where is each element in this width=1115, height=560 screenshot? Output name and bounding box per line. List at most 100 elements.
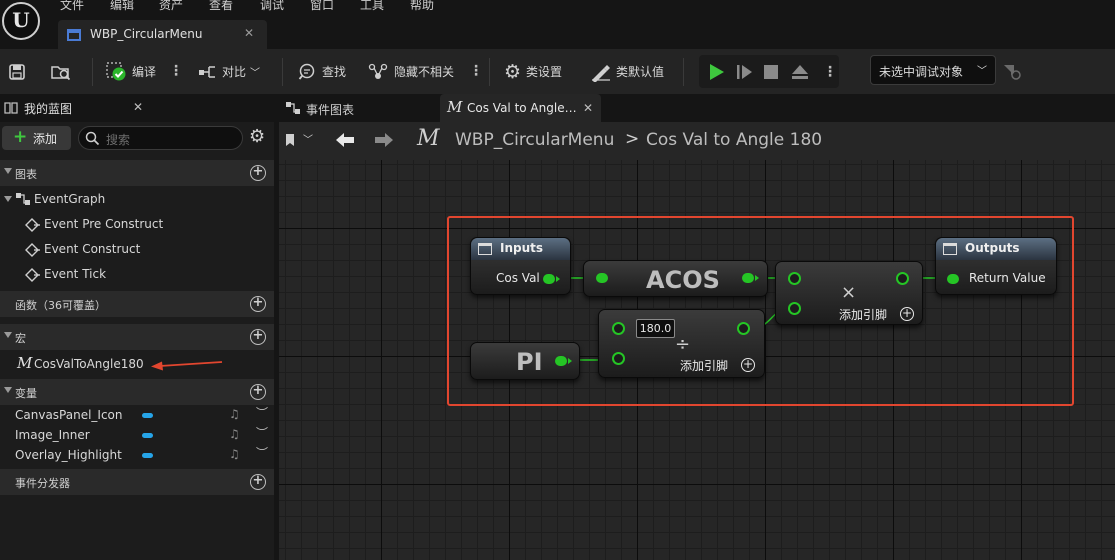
- tab-event-graph[interactable]: 事件图表: [282, 94, 432, 122]
- annotation-arrow: [151, 361, 223, 371]
- graph-canvas[interactable]: Inputs Cos Val ACOS × 添加引脚 + Outputs Ret…: [279, 160, 1115, 560]
- float-pin[interactable]: [612, 322, 625, 335]
- compile-button[interactable]: 编译: [106, 49, 156, 94]
- bell-icon[interactable]: ♫: [229, 427, 240, 441]
- pi-node[interactable]: PI: [470, 342, 580, 380]
- add-variable-icon[interactable]: +: [250, 384, 266, 400]
- menu-view[interactable]: 查看: [209, 0, 233, 13]
- breadcrumb-root[interactable]: WBP_CircularMenu: [455, 130, 614, 150]
- multiply-node[interactable]: × 添加引脚 +: [775, 261, 923, 325]
- my-blueprint-header: 我的蓝图 ✕: [0, 94, 274, 122]
- menu-edit[interactable]: 编辑: [110, 0, 134, 13]
- add-button[interactable]: + 添加: [2, 126, 71, 150]
- float-pin[interactable]: [737, 322, 750, 335]
- section-variables[interactable]: 变量 +: [0, 379, 274, 405]
- add-graph-icon[interactable]: +: [250, 165, 266, 181]
- section-graphs[interactable]: 图表 +: [0, 160, 274, 186]
- float-pin[interactable]: [788, 302, 801, 315]
- event-item[interactable]: Event Tick: [0, 267, 274, 283]
- step-icon[interactable]: [735, 63, 755, 81]
- debug-target-dropdown[interactable]: 未选中调试对象 ﹀: [870, 55, 996, 85]
- menu-debug[interactable]: 调试: [260, 0, 284, 13]
- play-icon[interactable]: [707, 62, 727, 82]
- close-icon[interactable]: ✕: [244, 26, 254, 40]
- inputs-node[interactable]: Inputs Cos Val: [470, 237, 571, 295]
- browse-button[interactable]: [50, 49, 72, 94]
- close-icon[interactable]: ✕: [583, 101, 593, 115]
- toolbar-separator: [92, 58, 93, 86]
- menu-help[interactable]: 帮助: [410, 0, 434, 13]
- float-pin[interactable]: [788, 272, 801, 285]
- find-button[interactable]: 查找: [298, 49, 346, 94]
- event-item[interactable]: Event Construct: [0, 242, 274, 258]
- float-pin[interactable]: [596, 273, 608, 283]
- float-pin[interactable]: [555, 356, 567, 366]
- gear-icon[interactable]: ⚙: [249, 126, 265, 147]
- play-controls: ⋮: [699, 55, 839, 88]
- float-pin[interactable]: [742, 273, 754, 283]
- stop-icon[interactable]: [763, 64, 779, 80]
- search-placeholder: 搜索: [106, 133, 131, 147]
- event-graph-item[interactable]: EventGraph: [0, 192, 274, 208]
- class-settings-label: 类设置: [526, 65, 563, 79]
- eye-closed-icon[interactable]: ︶: [256, 444, 268, 461]
- menu-asset[interactable]: 资产: [159, 0, 183, 13]
- section-dispatchers[interactable]: 事件分发器 +: [0, 469, 274, 495]
- divide-node[interactable]: 180.0 ÷ 添加引脚 +: [598, 309, 765, 378]
- play-options-icon[interactable]: ⋮: [823, 65, 837, 79]
- event-icon: [25, 243, 40, 257]
- forward-arrow-icon[interactable]: [373, 131, 395, 149]
- pin-label: Cos Val: [496, 271, 540, 285]
- add-pin-icon[interactable]: +: [741, 358, 755, 372]
- add-macro-icon[interactable]: +: [250, 329, 266, 345]
- browse-folder-icon: [51, 65, 71, 80]
- add-pin-label: 添加引脚: [680, 359, 729, 373]
- macro-item[interactable]: M CosValToAngle180: [0, 354, 274, 374]
- hide-unrelated-button[interactable]: 隐藏不相关: [368, 49, 454, 94]
- section-functions[interactable]: 函数（36可覆盖） +: [0, 291, 274, 317]
- back-arrow-icon[interactable]: [334, 131, 356, 149]
- bookmark-dropdown[interactable]: ﹀: [285, 131, 321, 151]
- save-button[interactable]: [8, 49, 26, 94]
- float-pin[interactable]: [543, 274, 555, 284]
- debug-filter-icon[interactable]: [1002, 63, 1022, 81]
- close-icon[interactable]: ✕: [133, 100, 143, 114]
- class-defaults-button[interactable]: 类默认值: [590, 49, 664, 94]
- add-pin-icon[interactable]: +: [900, 307, 914, 321]
- menu-window[interactable]: 窗口: [310, 0, 334, 13]
- eye-closed-icon[interactable]: ︶: [256, 404, 268, 421]
- float-pin[interactable]: [947, 274, 959, 284]
- eject-icon[interactable]: [790, 63, 810, 81]
- float-pin[interactable]: [612, 352, 625, 365]
- unreal-logo-icon[interactable]: U: [2, 2, 40, 40]
- variable-item[interactable]: Image_Inner ♫ ︶: [0, 426, 274, 444]
- tab-macro[interactable]: M Cos Val to Angle… ✕: [440, 94, 601, 122]
- event-item[interactable]: Event Pre Construct: [0, 217, 274, 233]
- class-settings-button[interactable]: ⚙ 类设置: [504, 49, 562, 94]
- chevron-down-icon: ﹀: [977, 66, 987, 77]
- add-function-icon[interactable]: +: [250, 296, 266, 312]
- menu-file[interactable]: 文件: [60, 0, 84, 13]
- compile-options-icon[interactable]: ⋮: [169, 64, 183, 78]
- outputs-node[interactable]: Outputs Return Value: [935, 237, 1057, 295]
- diff-icon: [199, 65, 215, 78]
- section-macros[interactable]: 宏 +: [0, 324, 274, 350]
- menu-tools[interactable]: 工具: [360, 0, 384, 13]
- float-pin[interactable]: [896, 272, 909, 285]
- hide-options-icon[interactable]: ⋮: [469, 64, 483, 78]
- diff-button[interactable]: 对比 ﹀: [198, 49, 260, 94]
- search-input[interactable]: 搜索: [78, 126, 243, 150]
- tab-event-graph-label: 事件图表: [306, 103, 355, 117]
- bell-icon[interactable]: ♫: [229, 447, 240, 461]
- bell-icon[interactable]: ♫: [229, 407, 240, 421]
- variable-item[interactable]: Overlay_Highlight ♫ ︶: [0, 446, 274, 464]
- acos-node[interactable]: ACOS: [583, 260, 768, 297]
- macro-icon: M: [447, 98, 463, 116]
- add-dispatcher-icon[interactable]: +: [250, 474, 266, 490]
- document-tab[interactable]: WBP_CircularMenu ✕: [58, 20, 267, 49]
- variable-item[interactable]: CanvasPanel_Icon ♫ ︶: [0, 406, 274, 424]
- multiply-symbol: ×: [841, 282, 857, 303]
- divisor-input[interactable]: 180.0: [636, 319, 675, 338]
- eye-closed-icon[interactable]: ︶: [256, 424, 268, 441]
- widget-blueprint-icon: [67, 29, 81, 41]
